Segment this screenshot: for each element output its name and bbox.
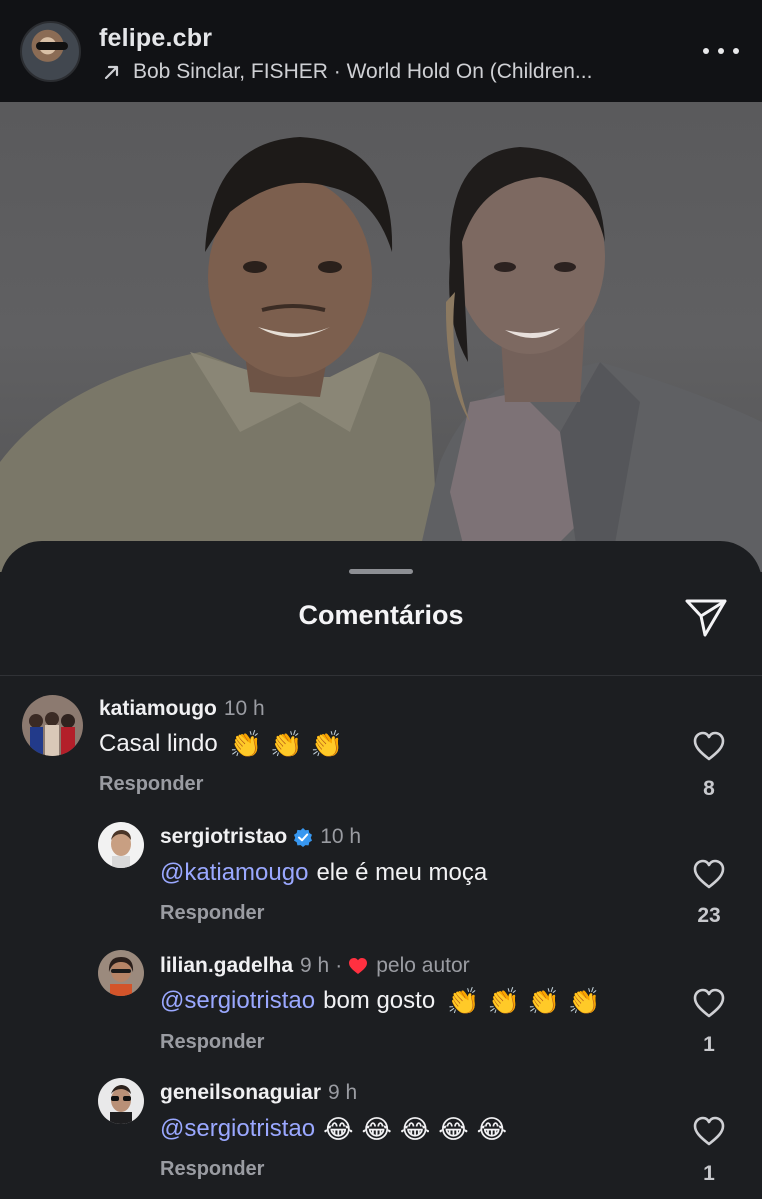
reply-button[interactable]: Responder bbox=[160, 1031, 264, 1054]
comment-username[interactable]: sergiotristao bbox=[160, 825, 287, 849]
comment-text: bom gosto bbox=[323, 987, 436, 1014]
arrow-up-right-icon bbox=[104, 65, 119, 80]
post-username[interactable]: felipe.cbr bbox=[99, 24, 212, 53]
clapping-hands-emoji: 👏 bbox=[527, 986, 561, 1016]
comment-text: Casal lindo bbox=[99, 730, 218, 757]
mention-link[interactable]: @sergiotristao bbox=[160, 987, 315, 1015]
like-count: 1 bbox=[703, 1162, 715, 1185]
more-icon[interactable] bbox=[703, 36, 739, 66]
sheet-title: Comentários bbox=[298, 600, 464, 630]
reply-button[interactable]: Responder bbox=[160, 1158, 264, 1181]
verified-badge-icon bbox=[294, 828, 313, 847]
mention-link[interactable]: @sergiotristao bbox=[160, 1115, 315, 1143]
comment-username[interactable]: geneilsonaguiar bbox=[160, 1081, 321, 1105]
clapping-hands-emoji: 👏 bbox=[270, 729, 303, 759]
comment-time: 10 h bbox=[223, 697, 265, 720]
post-header: felipe.cbr Bob Sinclar, FISHER · World H… bbox=[0, 0, 762, 102]
post-photo bbox=[0, 102, 762, 572]
send-icon[interactable] bbox=[682, 594, 730, 640]
clapping-hands-emoji: 👏 bbox=[568, 986, 601, 1016]
comment-time: 10 h bbox=[320, 825, 362, 848]
avatar[interactable] bbox=[98, 822, 144, 868]
separator: · bbox=[335, 954, 343, 977]
heart-outline-icon[interactable] bbox=[692, 730, 726, 762]
music-title: Bob Sinclar, FISHER · World Hold On (Chi… bbox=[133, 60, 593, 83]
laughing-emoji: 😂 bbox=[323, 1114, 354, 1144]
mention-link[interactable]: @katiamougo bbox=[160, 859, 308, 887]
heart-outline-icon[interactable] bbox=[692, 858, 726, 890]
like-count: 8 bbox=[703, 777, 715, 800]
clapping-hands-emoji: 👏 bbox=[447, 986, 480, 1016]
comment-time: 9 h bbox=[328, 1081, 358, 1104]
divider bbox=[0, 675, 762, 676]
liked-by-author: pelo autor bbox=[376, 954, 470, 977]
laughing-emoji: 😂 bbox=[476, 1114, 508, 1144]
laughing-emoji: 😂 bbox=[438, 1114, 469, 1144]
like-count: 23 bbox=[697, 904, 721, 927]
comment-username[interactable]: katiamougo bbox=[99, 697, 217, 721]
music-link[interactable]: Bob Sinclar, FISHER · World Hold On (Chi… bbox=[102, 59, 662, 85]
like-count: 1 bbox=[703, 1033, 715, 1056]
heart-outline-icon[interactable] bbox=[692, 987, 726, 1019]
comment-username[interactable]: lilian.gadelha bbox=[160, 954, 293, 978]
avatar[interactable] bbox=[20, 21, 81, 82]
heart-outline-icon[interactable] bbox=[692, 1115, 726, 1147]
clapping-hands-emoji: 👏 bbox=[310, 729, 343, 759]
avatar[interactable] bbox=[98, 1078, 144, 1124]
reply-button[interactable]: Responder bbox=[99, 773, 203, 796]
avatar[interactable] bbox=[22, 695, 83, 756]
clapping-hands-emoji: 👏 bbox=[487, 986, 520, 1016]
heart-filled-icon bbox=[349, 958, 368, 974]
avatar[interactable] bbox=[98, 950, 144, 996]
sheet-grabber[interactable] bbox=[349, 569, 413, 574]
laughing-emoji: 😂 bbox=[361, 1114, 392, 1144]
laughing-emoji: 😂 bbox=[399, 1114, 431, 1144]
reply-button[interactable]: Responder bbox=[160, 902, 264, 925]
comment-text: ele é meu moça bbox=[316, 859, 488, 886]
clapping-hands-emoji: 👏 bbox=[229, 729, 263, 759]
comment-time: 9 h bbox=[300, 954, 330, 977]
